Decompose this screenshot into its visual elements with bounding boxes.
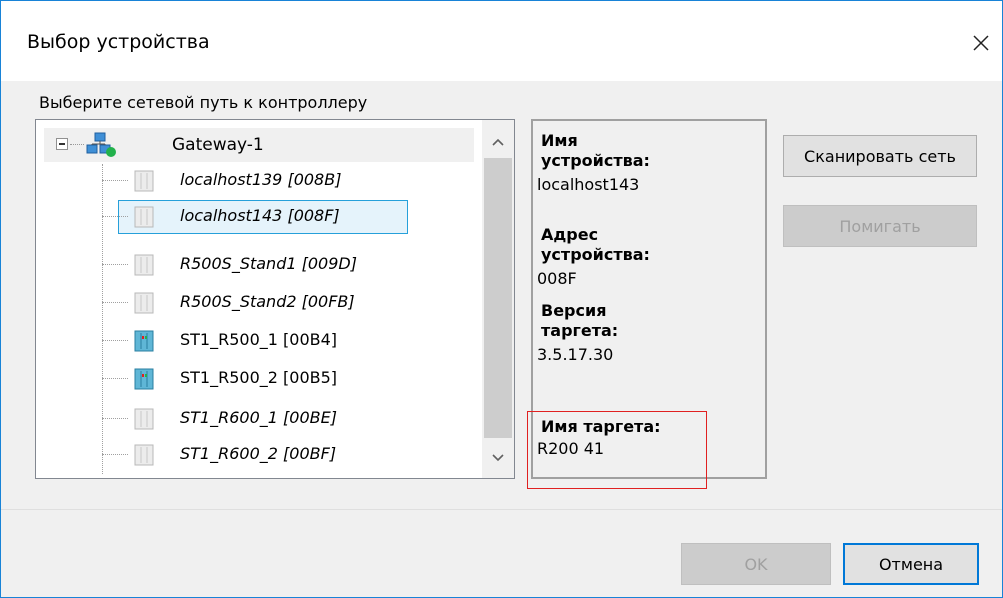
device-active-icon [134, 330, 154, 352]
tree-connector [102, 264, 128, 265]
chevron-up-icon [492, 138, 504, 146]
device-name-label-2: устройства: [541, 151, 650, 170]
chevron-down-icon [492, 454, 504, 462]
device-gray-icon [134, 444, 154, 466]
tree-item[interactable]: ST1_R500_2 [00B5] [102, 362, 482, 396]
tree-connector [102, 378, 128, 379]
scroll-down-button[interactable] [482, 442, 514, 474]
device-gray-icon [134, 170, 154, 192]
device-address-value: 008F [537, 269, 577, 288]
tree-connector [102, 180, 128, 181]
device-name-label-1: Имя [541, 131, 578, 150]
device-address-label-1: Адрес [541, 225, 599, 244]
tree-connector [102, 340, 128, 341]
device-gray-icon [134, 408, 154, 430]
tree-content: Gateway-1 localhost139 [008B] localhost1 [36, 120, 480, 478]
tree-connector [102, 454, 128, 455]
device-address-label-2: устройства: [541, 245, 650, 264]
collapse-icon[interactable] [56, 138, 68, 150]
device-gray-icon [134, 206, 154, 228]
blink-button[interactable]: Помигать [783, 205, 977, 247]
tree-item-label: ST1_R600_2 [00BF] [180, 444, 337, 463]
title-bar: Выбор устройства [1, 1, 1002, 81]
tree-scrollbar[interactable] [482, 120, 514, 478]
tree-node-gateway[interactable]: Gateway-1 [44, 128, 474, 162]
device-tree[interactable]: Gateway-1 localhost139 [008B] localhost1 [35, 119, 515, 479]
tree-connector [102, 418, 128, 419]
device-active-icon [134, 368, 154, 390]
tree-item-label: localhost143 [008F] [180, 206, 340, 225]
target-version-value: 3.5.17.30 [537, 345, 614, 364]
close-icon [973, 35, 989, 51]
dialog-title: Выбор устройства [27, 31, 210, 53]
tree-item-label: ST1_R600_1 [00BE] [180, 408, 337, 427]
scroll-up-button[interactable] [482, 126, 514, 158]
tree-item[interactable]: ST1_R600_2 [00BF] [102, 438, 482, 472]
close-button[interactable] [961, 23, 1001, 63]
tree-item[interactable]: ST1_R600_1 [00BE] [102, 402, 482, 436]
tree-item[interactable]: ST1_R500_1 [00B4] [102, 324, 482, 358]
scroll-thumb[interactable] [484, 158, 512, 438]
target-version-label-1: Версия [541, 301, 607, 320]
tree-connector [102, 302, 128, 303]
tree-item[interactable]: R500S_Stand2 [00FB] [102, 286, 482, 320]
tree-item-label: ST1_R500_1 [00B4] [180, 330, 338, 349]
tree-item-label: R500S_Stand1 [009D] [180, 254, 357, 273]
tree-item-label: R500S_Stand2 [00FB] [180, 292, 355, 311]
section-label: Выберите сетевой путь к контроллеру [39, 93, 368, 112]
device-gray-icon [134, 292, 154, 314]
target-name-highlight-box [527, 411, 707, 489]
device-gray-icon [134, 254, 154, 276]
tree-item[interactable]: R500S_Stand1 [009D] [102, 248, 482, 282]
target-version-label-2: таргета: [541, 321, 619, 340]
footer-separator [1, 509, 1002, 510]
cancel-button[interactable]: Отмена [843, 543, 979, 585]
tree-connector [102, 216, 128, 217]
device-name-value: localhost143 [537, 175, 640, 194]
tree-item[interactable]: localhost139 [008B] [102, 164, 482, 198]
gateway-label: Gateway-1 [172, 135, 264, 155]
tree-item-label: ST1_R500_2 [00B5] [180, 368, 338, 387]
tree-item-selected[interactable]: localhost143 [008F] [102, 200, 482, 234]
tree-connector [70, 144, 84, 145]
tree-item-label: localhost139 [008B] [180, 170, 342, 189]
ok-button[interactable]: OK [681, 543, 831, 585]
device-selection-dialog: Выбор устройства Выберите сетевой путь к… [0, 0, 1003, 598]
network-gateway-icon [86, 132, 116, 157]
scan-network-button[interactable]: Сканировать сеть [783, 135, 977, 177]
